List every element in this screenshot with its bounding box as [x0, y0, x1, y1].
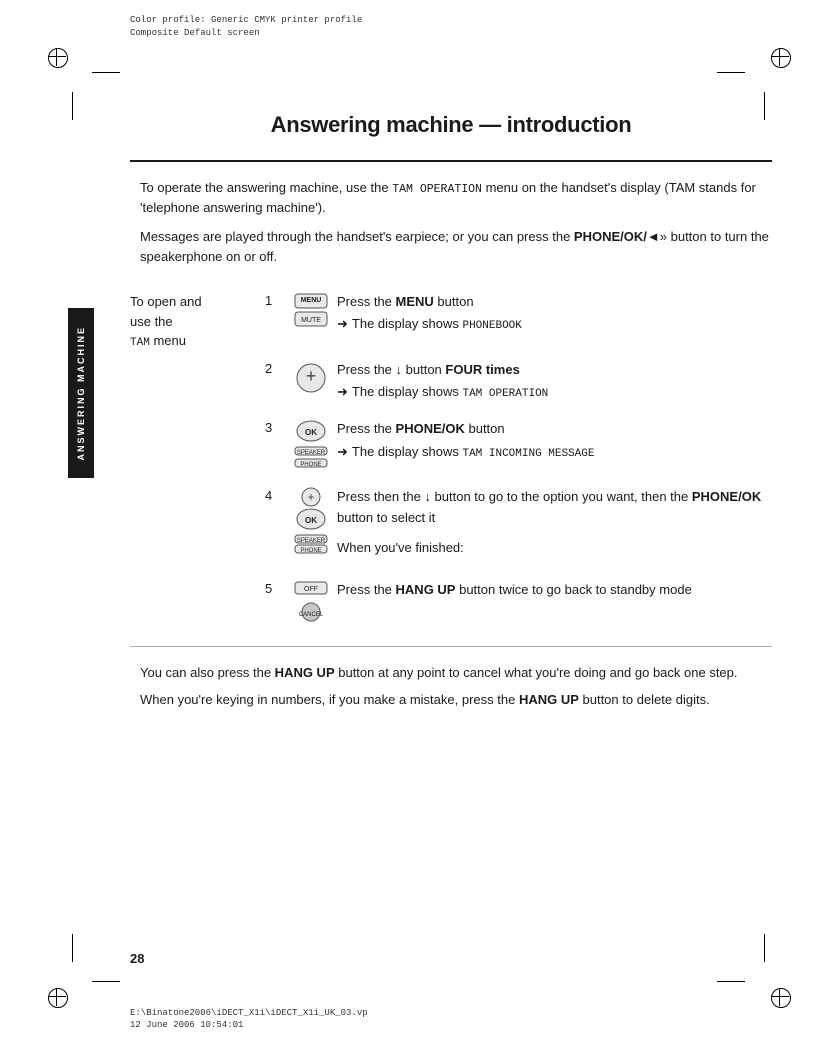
step-3-desc: Press the PHONE/OK button ➜ The display … [337, 419, 772, 462]
svg-text:SPEAKER: SPEAKER [297, 538, 326, 544]
svg-text:+: + [307, 490, 314, 504]
intro-para1: To operate the answering machine, use th… [140, 178, 772, 218]
crop-mark [72, 92, 73, 120]
crop-mark [717, 72, 745, 73]
intro-section: To operate the answering machine, use th… [130, 178, 772, 267]
reg-mark-bl [48, 988, 66, 1006]
step-2: 2 + Press the ↓ button FOUR times ➜ The … [265, 360, 772, 403]
svg-text:PHONE: PHONE [300, 462, 321, 468]
content-area: ANSWERING MACHINE Answering machine — in… [130, 108, 772, 944]
step-5-icon: OFF CANCEL [285, 580, 337, 624]
svg-text:MUTE: MUTE [301, 317, 321, 324]
crop-mark [717, 981, 745, 982]
step-4-desc: Press then the ↓ button to go to the opt… [337, 487, 772, 563]
header-info: Color profile: Generic CMYK printer prof… [130, 14, 362, 39]
crop-mark [72, 934, 73, 962]
bottom-rule [130, 646, 772, 647]
footer-text: You can also press the HANG UP button at… [130, 663, 772, 710]
crop-mark [92, 72, 120, 73]
step-1-number: 1 [265, 292, 285, 308]
step-1-desc: Press the MENU button ➜ The display show… [337, 292, 772, 335]
reg-mark-br [771, 988, 789, 1006]
step-4-number: 4 [265, 487, 285, 503]
page-title: Answering machine — introduction [130, 112, 772, 138]
svg-text:CANCEL: CANCEL [299, 612, 324, 618]
menu-mute-button-icon: MENU MUTE [289, 292, 333, 344]
svg-text:+: + [306, 366, 317, 386]
svg-text:OK: OK [305, 428, 317, 437]
steps-container: 1 MENU MUTE Press the MENU button ➜ The … [265, 292, 772, 640]
step-3: 3 OK SPEAKER PHONE Press the PHONE/OK bu… [265, 419, 772, 471]
footer-para2: When you're keying in numbers, if you ma… [140, 690, 772, 710]
ok-speaker-button-icon: OK SPEAKER PHONE [289, 419, 333, 471]
step-3-number: 3 [265, 419, 285, 435]
page-number: 28 [130, 951, 144, 966]
step-5-desc: Press the HANG UP button twice to go bac… [337, 580, 772, 600]
svg-text:OFF: OFF [304, 586, 318, 593]
reg-mark-tl [48, 48, 66, 66]
svg-text:PHONE: PHONE [300, 548, 321, 554]
reg-mark-tr [771, 48, 789, 66]
step-2-number: 2 [265, 360, 285, 376]
svg-text:SPEAKER: SPEAKER [297, 450, 326, 456]
step-2-icon: + [285, 360, 337, 396]
step-4: 4 + OK SPEAKER PHONE Press the [265, 487, 772, 563]
intro-para2: Messages are played through the handset'… [140, 227, 772, 266]
crop-mark [92, 981, 120, 982]
step-4-icon: + OK SPEAKER PHONE [285, 487, 337, 555]
top-rule [130, 160, 772, 162]
side-tab-label: ANSWERING MACHINE [76, 326, 86, 461]
step-5-number: 5 [265, 580, 285, 596]
step-1-icon: MENU MUTE [285, 292, 337, 344]
footer-info: E:\Binatone2006\iDECT_X1i\iDECT_X1i_UK_0… [130, 1007, 368, 1032]
step-1: 1 MENU MUTE Press the MENU button ➜ The … [265, 292, 772, 344]
side-tab: ANSWERING MACHINE [68, 308, 94, 478]
hangup-button-icon: OFF CANCEL [289, 580, 333, 624]
svg-text:MENU: MENU [301, 297, 322, 304]
instruction-block: To open and use the TAM menu 1 MENU MUTE [130, 284, 772, 640]
instruction-label: To open and use the TAM menu [130, 292, 265, 640]
step-2-desc: Press the ↓ button FOUR times ➜ The disp… [337, 360, 772, 403]
step-5: 5 OFF CANCEL Press the HANG UP button tw… [265, 580, 772, 624]
step-3-icon: OK SPEAKER PHONE [285, 419, 337, 471]
svg-text:OK: OK [305, 516, 317, 525]
down-button-icon: + [289, 360, 333, 396]
down-ok-button-icon: + OK SPEAKER PHONE [289, 487, 333, 555]
footer-para1: You can also press the HANG UP button at… [140, 663, 772, 683]
